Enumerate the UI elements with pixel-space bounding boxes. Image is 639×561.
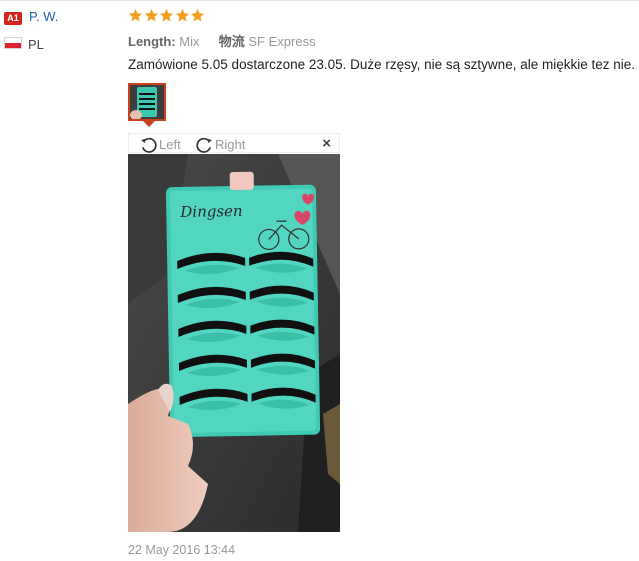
star-rating	[128, 8, 206, 26]
order-attributes: Length: Mix 物流 SF Express	[128, 31, 316, 50]
review-photo-thumbnail[interactable]	[128, 83, 166, 121]
star-icon	[144, 8, 159, 23]
attribute-key: 物流	[218, 34, 245, 49]
brand-label: Dingsen	[179, 202, 243, 221]
viewer-toolbar: Left Right ×	[128, 133, 340, 153]
rotate-right-icon	[196, 137, 212, 153]
star-icon	[128, 8, 143, 23]
poland-flag-icon	[4, 37, 22, 49]
rotate-right-label: Right	[215, 137, 246, 152]
rotate-left-icon	[141, 137, 157, 153]
reviewer-name: P. W.	[29, 9, 59, 24]
star-icon	[190, 8, 205, 23]
reviewer-country: PL	[28, 37, 44, 52]
rotate-right-button[interactable]: Right	[195, 135, 245, 154]
star-icon	[175, 8, 190, 23]
star-icon	[159, 8, 174, 23]
attribute-value: SF Express	[248, 34, 316, 49]
review-photo: Dingsen	[128, 154, 340, 532]
thumbnail-pointer	[143, 121, 155, 127]
rotate-left-label: Left	[159, 137, 181, 152]
review-date: 22 May 2016 13:44	[128, 543, 236, 557]
buyer-level-badge: A1	[4, 12, 22, 25]
photo-viewer: Left Right × Dingsen	[128, 133, 340, 532]
attribute-value: Mix	[179, 34, 200, 49]
rotate-left-button[interactable]: Left	[139, 135, 181, 154]
top-divider	[0, 0, 639, 1]
close-icon[interactable]: ×	[322, 135, 331, 152]
review-text: Zamówione 5.05 dostarczone 23.05. Duże r…	[128, 57, 636, 72]
attribute-key: Length:	[128, 34, 176, 49]
